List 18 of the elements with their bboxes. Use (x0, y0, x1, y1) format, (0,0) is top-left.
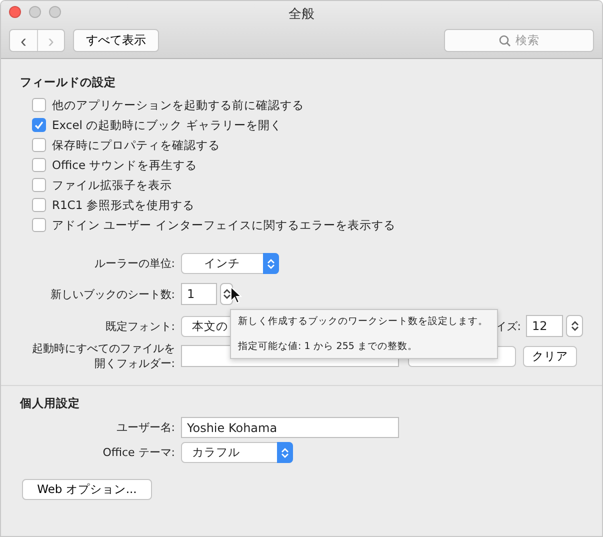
field-label: ユーザー名: (115, 420, 176, 435)
checkbox-label: アドイン ユーザー インターフェイスに関するエラーを表示する (52, 218, 396, 232)
window-title: 全般 (288, 7, 314, 22)
tooltip-text: 新しく作成するブックのワークシート数を設定します。 (238, 315, 489, 328)
checkbox-label: Office サウンドを再生する (52, 158, 198, 172)
field-label: ルーラーの単位: (93, 256, 176, 271)
section-heading: フィールドの設定 (20, 75, 117, 90)
checkbox-label: 保存時にプロパティを確認する (52, 138, 220, 152)
checkbox-label: Excel の起動時にブック ギャラリーを開く (52, 118, 282, 132)
section-heading: 個人用設定 (20, 396, 81, 411)
field-label: 既定フォント: (104, 318, 176, 334)
field-label: 新しいブックのシート数: (49, 286, 176, 302)
field-label: 起動時にすべてのファイルを 開くフォルダー: (31, 341, 176, 371)
checkbox-label: 他のアプリケーションを起動する前に確認する (52, 98, 304, 112)
tooltip-text: 指定可能な値: 1 から 255 までの整数。 (238, 340, 418, 353)
checkbox-label: R1C1 参照形式を使用する (52, 198, 194, 212)
checkbox-label: ファイル拡張子を表示 (52, 178, 172, 192)
field-label: Office テーマ: (102, 445, 176, 460)
